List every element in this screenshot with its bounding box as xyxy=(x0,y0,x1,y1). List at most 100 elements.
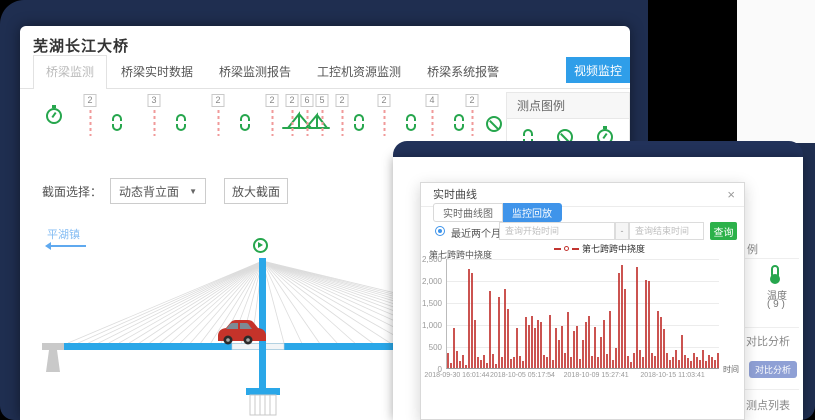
link-icon[interactable] xyxy=(240,114,250,136)
thermometer-icon[interactable] xyxy=(771,265,779,279)
divider xyxy=(743,327,799,328)
sensor-point[interactable]: 3 xyxy=(148,94,161,136)
chart-bar xyxy=(582,340,584,368)
chart-bar xyxy=(621,265,623,368)
section-dropdown[interactable]: 动态背立面 ▼ xyxy=(110,178,206,204)
sensor-dash-line xyxy=(383,110,385,136)
dialog-tab-监控回放[interactable]: 监控回放 xyxy=(503,203,562,222)
left-pier xyxy=(42,343,64,372)
x-tick-label: 2018-10-09 15:27:41 xyxy=(556,372,636,379)
overlay-window-titlebar xyxy=(393,141,803,157)
sensor-count-badge[interactable]: 3 xyxy=(148,94,161,107)
x-tick-label: 2018-10-15 11:03:41 xyxy=(633,372,713,379)
sensor-point[interactable]: 4 xyxy=(426,94,439,136)
chart-legend[interactable]: 第七跨跨中挠度 xyxy=(554,242,645,255)
car xyxy=(218,320,266,345)
chart-bar xyxy=(525,317,527,368)
chart-bar xyxy=(645,280,647,368)
link-icon[interactable] xyxy=(112,114,122,136)
sensor-count-badge[interactable]: 4 xyxy=(426,94,439,107)
sensor-count-badge[interactable]: 2 xyxy=(286,94,299,107)
link-icon[interactable] xyxy=(354,114,364,136)
sensor-point[interactable]: 2 xyxy=(378,94,391,136)
chart-bar xyxy=(555,328,557,368)
sensor-count-badge[interactable]: 2 xyxy=(378,94,391,107)
close-icon[interactable]: × xyxy=(727,187,735,203)
link-icon[interactable] xyxy=(406,114,416,136)
chart-bar xyxy=(600,337,602,368)
tab-桥梁监测报告[interactable]: 桥梁监测报告 xyxy=(219,63,291,88)
chart-bar xyxy=(648,281,650,368)
chart-bar xyxy=(666,353,668,368)
sensor-point[interactable]: 2 xyxy=(466,94,479,136)
query-start-input[interactable] xyxy=(499,222,615,240)
chart-bar xyxy=(615,348,617,368)
sensor-point[interactable]: 2 xyxy=(212,94,225,136)
recent-two-months-radio[interactable] xyxy=(435,226,445,236)
query-button[interactable]: 查询 xyxy=(710,222,737,240)
chart-bar xyxy=(585,322,587,368)
sensor-count-badge[interactable]: 6 xyxy=(301,94,314,107)
chart-bar xyxy=(576,326,578,368)
chart-bar xyxy=(660,317,662,368)
y-tick-label: 2,000 xyxy=(421,277,442,286)
chevron-down-icon: ▼ xyxy=(189,187,197,196)
link-icon[interactable] xyxy=(454,114,464,136)
sensor-count-badge[interactable]: 2 xyxy=(266,94,279,107)
query-end-input[interactable] xyxy=(629,222,704,240)
dialog-tab-实时曲线图[interactable]: 实时曲线图 xyxy=(433,203,503,222)
chart-bar xyxy=(489,291,491,368)
sensor-count-badge[interactable]: 2 xyxy=(336,94,349,107)
sensor-point[interactable]: 2 xyxy=(286,94,299,136)
chart-bar xyxy=(651,353,653,368)
sensor-point[interactable]: 5 xyxy=(316,94,329,136)
chart-bar xyxy=(477,357,479,368)
chart-bar xyxy=(528,325,530,368)
tab-桥梁实时数据[interactable]: 桥梁实时数据 xyxy=(121,63,193,88)
chart-bar xyxy=(690,361,692,368)
sensor-point[interactable]: 2 xyxy=(336,94,349,136)
sensor-point[interactable]: 6 xyxy=(301,94,314,136)
sensor-point[interactable]: 2 xyxy=(266,94,279,136)
gridline xyxy=(447,325,719,326)
tab-工控机资源监测[interactable]: 工控机资源监测 xyxy=(317,63,401,88)
range-separator: - xyxy=(615,222,629,240)
chart-bar xyxy=(564,353,566,368)
bridge-tower xyxy=(259,258,266,388)
chart-bar xyxy=(510,359,512,368)
chart-bar xyxy=(543,355,545,368)
compare-analysis-button[interactable]: 对比分析 xyxy=(749,361,797,378)
enlarge-section-button[interactable]: 放大截面 xyxy=(224,178,288,204)
sensor-dash-line xyxy=(431,110,433,136)
tower-sensor-icon[interactable] xyxy=(253,238,268,253)
chart-bar xyxy=(504,289,506,368)
sensor-point[interactable]: 2 xyxy=(84,94,97,136)
section-controls: 截面选择： 动态背立面 ▼ 放大截面 xyxy=(42,178,288,204)
chart-bar xyxy=(630,362,632,368)
chart-bar xyxy=(450,363,452,368)
chart-bar xyxy=(693,353,695,368)
chart-bar xyxy=(669,360,671,368)
sensor-count-badge[interactable]: 2 xyxy=(466,94,479,107)
tab-桥梁监测[interactable]: 桥梁监测 xyxy=(33,55,107,89)
sensor-dash-line xyxy=(471,110,473,136)
chart-bar xyxy=(618,273,620,368)
chart-bar xyxy=(657,311,659,368)
chart-bar xyxy=(606,354,608,369)
link-icon[interactable] xyxy=(176,114,186,136)
chart-bar xyxy=(603,320,605,368)
sensor-dash-line xyxy=(291,110,293,136)
chart-bar xyxy=(552,360,554,368)
tab-桥梁系统报警[interactable]: 桥梁系统报警 xyxy=(427,63,499,88)
sensor-count-badge[interactable]: 2 xyxy=(212,94,225,107)
chart-bar xyxy=(570,357,572,368)
sensor-count-badge[interactable]: 2 xyxy=(84,94,97,107)
sensor-count-badge[interactable]: 5 xyxy=(316,94,329,107)
chart-bar xyxy=(699,360,701,368)
x-tick-label: 2018-10-05 05:17:54 xyxy=(482,372,562,379)
sensor-dash-line xyxy=(306,110,308,136)
chart-bar xyxy=(519,356,521,368)
chart-bar xyxy=(534,328,536,368)
video-monitor-button[interactable]: 视频监控 xyxy=(566,57,630,83)
chart-bar xyxy=(456,351,458,368)
